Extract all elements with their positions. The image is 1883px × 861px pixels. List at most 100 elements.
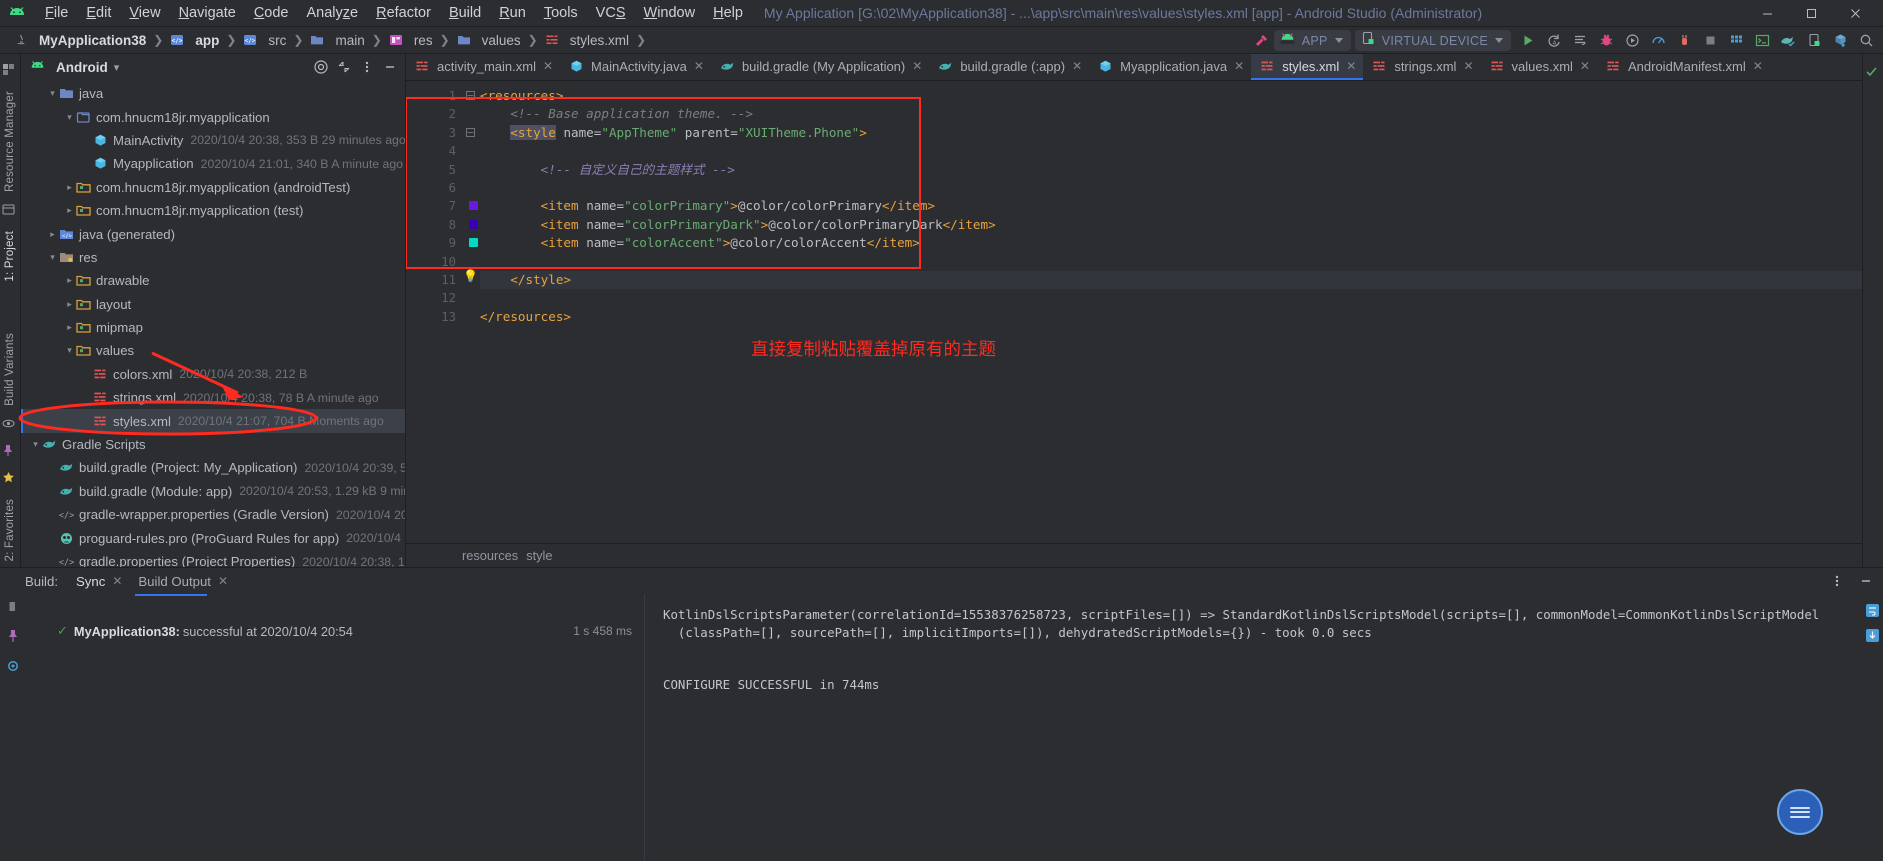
chevron-right-icon[interactable]: ▸ xyxy=(63,274,76,287)
tree-node[interactable]: ▾ values xyxy=(21,339,405,362)
code-line[interactable]: <item name="colorPrimary">@color/colorPr… xyxy=(480,197,1862,215)
maximize-button[interactable] xyxy=(1789,0,1833,27)
close-icon[interactable]: ✕ xyxy=(912,59,922,73)
chevron-down-icon[interactable]: ▾ xyxy=(63,111,76,124)
code-line[interactable]: <item name="colorPrimaryDark">@color/col… xyxy=(480,216,1862,234)
close-icon[interactable]: ✕ xyxy=(1753,59,1763,73)
editor-tab[interactable]: AndroidManifest.xml ✕ xyxy=(1597,54,1770,80)
device-file-explorer-icon[interactable] xyxy=(1827,28,1853,54)
editor-tab[interactable]: Myapplication.java ✕ xyxy=(1089,54,1251,80)
gradle-sync-icon[interactable] xyxy=(1775,28,1801,54)
breadcrumb-item-main[interactable]: main xyxy=(306,32,368,49)
tree-node[interactable]: </> gradle-wrapper.properties (Gradle Ver… xyxy=(21,503,405,526)
tree-node[interactable]: Myapplication 2020/10/4 21:01, 340 B A mi… xyxy=(21,152,405,175)
tree-node[interactable]: ▾ Gradle Scripts xyxy=(21,433,405,456)
code-folding-column[interactable]: ─ ─ 💡 xyxy=(462,81,480,543)
tree-node[interactable]: build.gradle (Module: app) 2020/10/4 20:5… xyxy=(21,480,405,503)
apply-code-changes-icon[interactable] xyxy=(1567,28,1593,54)
debug-icon[interactable] xyxy=(1593,28,1619,54)
stop-icon[interactable] xyxy=(1697,28,1723,54)
soft-wrap-icon[interactable] xyxy=(1864,602,1881,619)
breadcrumb-item-styles-xml[interactable]: styles.xml xyxy=(541,32,633,49)
run-configuration-selector[interactable]: APP xyxy=(1273,30,1351,51)
code-text[interactable]: <resources> <!-- Base application theme.… xyxy=(480,81,1862,543)
menu-window[interactable]: Window xyxy=(635,3,705,23)
structure-crumb-resources[interactable]: resources xyxy=(462,548,518,563)
menu-view[interactable]: View xyxy=(120,3,169,23)
editor-tab-bar[interactable]: activity_main.xml ✕ MainActivity.java ✕ buil… xyxy=(406,54,1862,81)
chevron-right-icon[interactable]: ▸ xyxy=(46,228,59,241)
close-icon[interactable]: ✕ xyxy=(1463,59,1473,73)
code-line[interactable]: </resources> xyxy=(480,308,1862,326)
terminal-icon[interactable] xyxy=(1749,28,1775,54)
editor-tab[interactable]: strings.xml ✕ xyxy=(1363,54,1480,80)
breadcrumb-item-res[interactable]: res xyxy=(385,32,437,49)
breadcrumb-item-src[interactable]: </> src xyxy=(239,32,290,49)
code-line[interactable]: <!-- Base application theme. --> xyxy=(480,105,1862,123)
apply-changes-icon[interactable]: A xyxy=(1541,28,1567,54)
project-view-selector-label[interactable]: Android xyxy=(56,60,108,75)
chevron-down-icon[interactable]: ▾ xyxy=(46,87,59,100)
tree-node[interactable]: ▾ res xyxy=(21,246,405,269)
menu-build[interactable]: Build xyxy=(440,3,490,23)
rail-tab-favorites[interactable]: 2: Favorites xyxy=(2,493,18,567)
build-tab-build-output[interactable]: Build Output ✕ xyxy=(132,572,234,591)
project-icon[interactable] xyxy=(2,203,19,220)
close-icon[interactable]: ✕ xyxy=(1072,59,1082,73)
profile-icon[interactable] xyxy=(1645,28,1671,54)
layout-inspector-icon[interactable] xyxy=(1801,28,1827,54)
hammer-build-icon[interactable] xyxy=(1248,28,1274,54)
editor-tab[interactable]: styles.xml ✕ xyxy=(1251,54,1364,80)
chevron-right-icon[interactable]: ▸ xyxy=(63,181,76,194)
target-icon[interactable] xyxy=(311,58,330,77)
star-icon[interactable] xyxy=(2,471,19,488)
code-editor[interactable]: 1 2 3 4 5 6 7 8 9 10 11 12 13 ─ ─ 💡 <resources> <!--… xyxy=(406,81,1862,543)
tree-node[interactable]: styles.xml 2020/10/4 21:07, 704 B Moments… xyxy=(21,409,405,434)
chevron-down-icon[interactable]: ▾ xyxy=(63,344,76,357)
close-icon[interactable]: ✕ xyxy=(112,574,122,588)
menu-edit[interactable]: Edit xyxy=(77,3,120,23)
hide-panel-icon[interactable] xyxy=(1856,572,1875,591)
close-icon[interactable]: ✕ xyxy=(1580,59,1590,73)
build-tab-sync[interactable]: Sync ✕ xyxy=(70,572,128,591)
close-icon[interactable]: ✕ xyxy=(218,574,228,588)
settings-gear-icon[interactable] xyxy=(6,659,20,678)
code-line[interactable]: <resources> xyxy=(480,87,1862,105)
inspection-ok-icon[interactable] xyxy=(1865,65,1882,82)
breadcrumb-item-values[interactable]: values xyxy=(453,32,525,49)
minimize-button[interactable] xyxy=(1745,0,1789,27)
build-log-output[interactable]: KotlinDslScriptsParameter(correlationId=… xyxy=(645,594,1861,861)
menu-code[interactable]: Code xyxy=(245,3,298,23)
code-line[interactable]: </style> xyxy=(480,270,1862,290)
chevron-down-icon[interactable]: ▾ xyxy=(29,438,42,451)
floating-action-button[interactable] xyxy=(1777,789,1823,835)
rail-tab-build-variants[interactable]: Build Variants xyxy=(2,327,18,412)
tree-node[interactable]: ▸ mipmap xyxy=(21,316,405,339)
editor-tab[interactable]: values.xml ✕ xyxy=(1481,54,1597,80)
menu-run[interactable]: Run xyxy=(490,3,535,23)
pin-icon[interactable] xyxy=(7,629,19,648)
build-result-list[interactable]: ✓ MyApplication38: successful at 2020/10… xyxy=(25,594,645,861)
device-selector[interactable]: VIRTUAL DEVICE xyxy=(1354,30,1511,51)
menu-vcs[interactable]: VCS xyxy=(587,3,635,23)
pin-icon[interactable] xyxy=(2,444,19,461)
code-line[interactable] xyxy=(480,289,1862,307)
more-options-icon[interactable] xyxy=(1827,572,1846,591)
tree-node[interactable]: ▾ com.hnucm18jr.myapplication xyxy=(21,105,405,128)
tree-node[interactable]: ▾ java xyxy=(21,82,405,105)
close-icon[interactable]: ✕ xyxy=(694,59,704,73)
code-line[interactable] xyxy=(480,179,1862,197)
build-result-row[interactable]: ✓ MyApplication38: successful at 2020/10… xyxy=(25,620,644,642)
search-icon[interactable] xyxy=(1853,28,1879,54)
tree-node[interactable]: ▸ </> java (generated) xyxy=(21,222,405,245)
editor-tab[interactable]: activity_main.xml ✕ xyxy=(406,54,560,80)
hide-panel-icon[interactable] xyxy=(380,58,399,77)
close-icon[interactable]: ✕ xyxy=(1346,59,1356,73)
code-line[interactable]: <style name="AppTheme" parent="XUITheme.… xyxy=(480,124,1862,142)
more-options-icon[interactable] xyxy=(357,58,376,77)
resource-manager-icon[interactable] xyxy=(2,63,19,80)
menu-tools[interactable]: Tools xyxy=(535,3,587,23)
rail-tab-project[interactable]: 1: Project xyxy=(2,225,18,288)
run-coverage-icon[interactable] xyxy=(1619,28,1645,54)
avd-manager-icon[interactable] xyxy=(1723,28,1749,54)
